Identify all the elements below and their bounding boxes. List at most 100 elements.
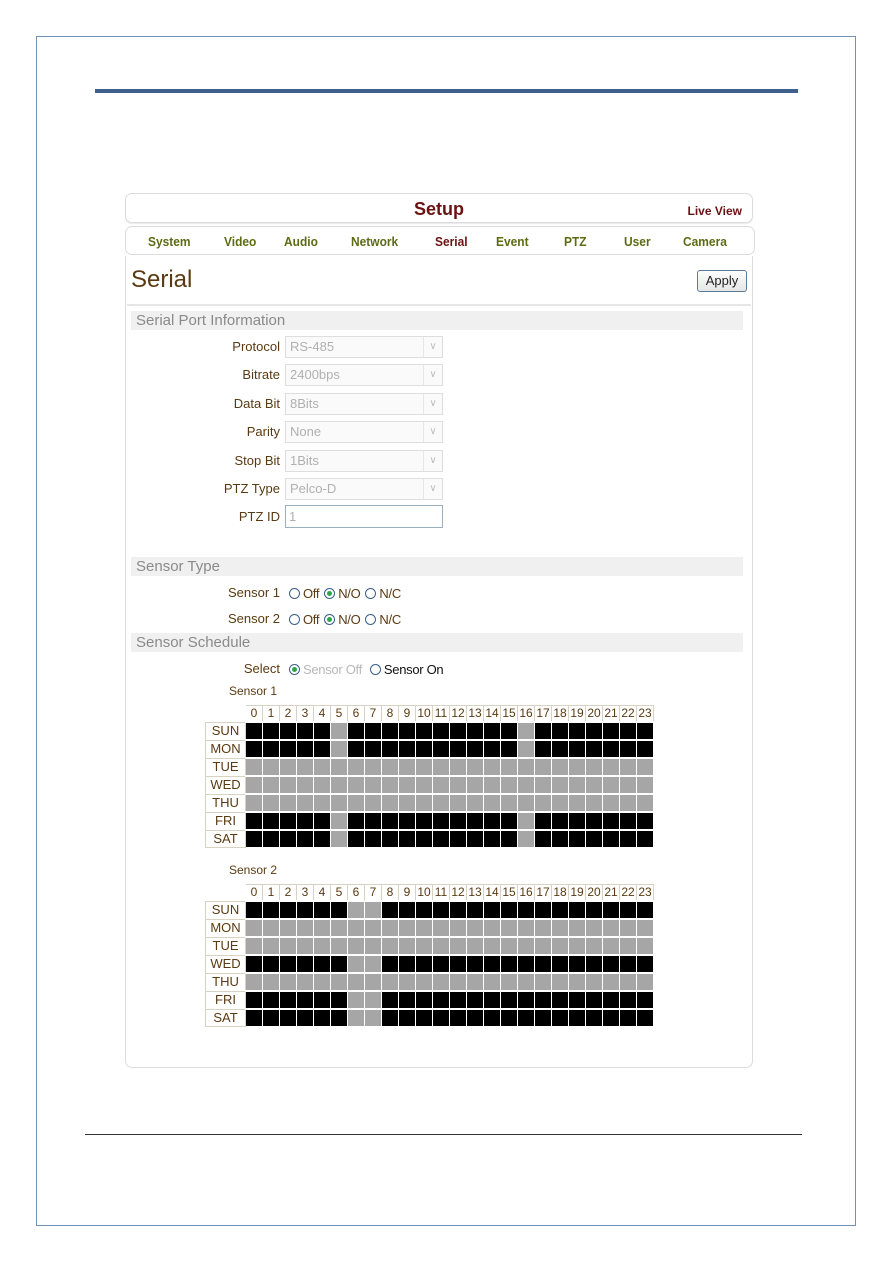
- schedule-slot[interactable]: [347, 793, 365, 813]
- schedule-slot[interactable]: [466, 954, 484, 974]
- hour-header[interactable]: 9: [398, 705, 416, 723]
- tab-video[interactable]: Video: [224, 234, 256, 249]
- schedule-slot[interactable]: [500, 775, 518, 795]
- schedule-slot[interactable]: [585, 918, 603, 938]
- schedule-slot[interactable]: [483, 775, 501, 795]
- schedule-slot[interactable]: [500, 757, 518, 777]
- schedule-slot[interactable]: [449, 1008, 467, 1027]
- schedule-slot[interactable]: [347, 918, 365, 938]
- schedule-slot[interactable]: [432, 793, 450, 813]
- schedule-slot[interactable]: [330, 936, 348, 956]
- schedule-slot[interactable]: [466, 775, 484, 795]
- schedule-slot[interactable]: [347, 972, 365, 992]
- hour-header[interactable]: 8: [381, 884, 399, 902]
- schedule-slot[interactable]: [568, 739, 586, 759]
- schedule-slot[interactable]: [500, 739, 518, 759]
- schedule-slot[interactable]: [381, 918, 399, 938]
- schedule-slot[interactable]: [364, 900, 382, 920]
- schedule-slot[interactable]: [466, 721, 484, 741]
- tab-network[interactable]: Network: [351, 234, 398, 249]
- hour-header[interactable]: 0: [245, 884, 263, 902]
- day-header[interactable]: TUE: [205, 757, 246, 777]
- schedule-slot[interactable]: [585, 990, 603, 1010]
- schedule-slot[interactable]: [517, 936, 535, 956]
- schedule-slot[interactable]: [262, 936, 280, 956]
- schedule-slot[interactable]: [381, 954, 399, 974]
- schedule-slot[interactable]: [449, 721, 467, 741]
- schedule-slot[interactable]: [398, 721, 416, 741]
- schedule-slot[interactable]: [364, 739, 382, 759]
- schedule-slot[interactable]: [296, 721, 314, 741]
- schedule-slot[interactable]: [568, 721, 586, 741]
- schedule-slot[interactable]: [415, 829, 433, 848]
- schedule-slot[interactable]: [381, 793, 399, 813]
- schedule-slot[interactable]: [245, 811, 263, 831]
- schedule-slot[interactable]: [619, 811, 637, 831]
- day-header[interactable]: SUN: [205, 721, 246, 741]
- schedule-slot[interactable]: [585, 793, 603, 813]
- schedule-slot[interactable]: [347, 1008, 365, 1027]
- schedule-slot[interactable]: [568, 900, 586, 920]
- schedule-slot[interactable]: [517, 793, 535, 813]
- schedule-slot[interactable]: [534, 972, 552, 992]
- schedule-slot[interactable]: [500, 954, 518, 974]
- schedule-slot[interactable]: [636, 721, 654, 741]
- tab-system[interactable]: System: [148, 234, 191, 249]
- schedule-slot[interactable]: [415, 918, 433, 938]
- schedule-slot[interactable]: [415, 900, 433, 920]
- schedule-slot[interactable]: [602, 829, 620, 848]
- schedule-slot[interactable]: [364, 721, 382, 741]
- schedule-slot[interactable]: [483, 811, 501, 831]
- schedule-slot[interactable]: [449, 757, 467, 777]
- schedule-slot[interactable]: [551, 811, 569, 831]
- schedule-slot[interactable]: [585, 829, 603, 848]
- schedule-slot[interactable]: [466, 793, 484, 813]
- schedule-slot[interactable]: [517, 900, 535, 920]
- schedule-slot[interactable]: [415, 811, 433, 831]
- hour-header[interactable]: 1: [262, 705, 280, 723]
- schedule-slot[interactable]: [483, 936, 501, 956]
- schedule-slot[interactable]: [381, 900, 399, 920]
- schedule-slot[interactable]: [585, 972, 603, 992]
- schedule-slot[interactable]: [568, 1008, 586, 1027]
- schedule-slot[interactable]: [347, 954, 365, 974]
- schedule-slot[interactable]: [619, 739, 637, 759]
- tab-camera[interactable]: Camera: [683, 234, 727, 249]
- schedule-slot[interactable]: [636, 1008, 654, 1027]
- schedule-slot[interactable]: [262, 990, 280, 1010]
- hour-header[interactable]: 14: [483, 705, 501, 723]
- schedule-slot[interactable]: [466, 972, 484, 992]
- sensor-1-n-o-radio[interactable]: N/O: [324, 586, 361, 601]
- schedule-sensor-off-radio[interactable]: Sensor Off: [289, 662, 362, 677]
- day-header[interactable]: FRI: [205, 811, 246, 831]
- schedule-slot[interactable]: [330, 775, 348, 795]
- schedule-slot[interactable]: [568, 757, 586, 777]
- schedule-slot[interactable]: [245, 936, 263, 956]
- schedule-slot[interactable]: [432, 829, 450, 848]
- schedule-slot[interactable]: [432, 990, 450, 1010]
- schedule-slot[interactable]: [398, 900, 416, 920]
- schedule-slot[interactable]: [636, 739, 654, 759]
- schedule-slot[interactable]: [313, 936, 331, 956]
- schedule-slot[interactable]: [296, 900, 314, 920]
- schedule-slot[interactable]: [245, 757, 263, 777]
- schedule-slot[interactable]: [245, 990, 263, 1010]
- schedule-slot[interactable]: [330, 954, 348, 974]
- schedule-slot[interactable]: [551, 918, 569, 938]
- schedule-slot[interactable]: [347, 739, 365, 759]
- schedule-slot[interactable]: [415, 793, 433, 813]
- schedule-slot[interactable]: [534, 1008, 552, 1027]
- schedule-slot[interactable]: [636, 757, 654, 777]
- schedule-slot[interactable]: [466, 829, 484, 848]
- ptz-type-select[interactable]: Pelco-D ∨: [285, 478, 443, 500]
- sensor-2-n-o-radio[interactable]: N/O: [324, 612, 361, 627]
- schedule-slot[interactable]: [381, 936, 399, 956]
- schedule-slot[interactable]: [636, 936, 654, 956]
- schedule-slot[interactable]: [262, 1008, 280, 1027]
- hour-header[interactable]: 20: [585, 705, 603, 723]
- schedule-slot[interactable]: [466, 900, 484, 920]
- schedule-slot[interactable]: [585, 1008, 603, 1027]
- schedule-slot[interactable]: [534, 721, 552, 741]
- schedule-slot[interactable]: [415, 775, 433, 795]
- schedule-slot[interactable]: [262, 900, 280, 920]
